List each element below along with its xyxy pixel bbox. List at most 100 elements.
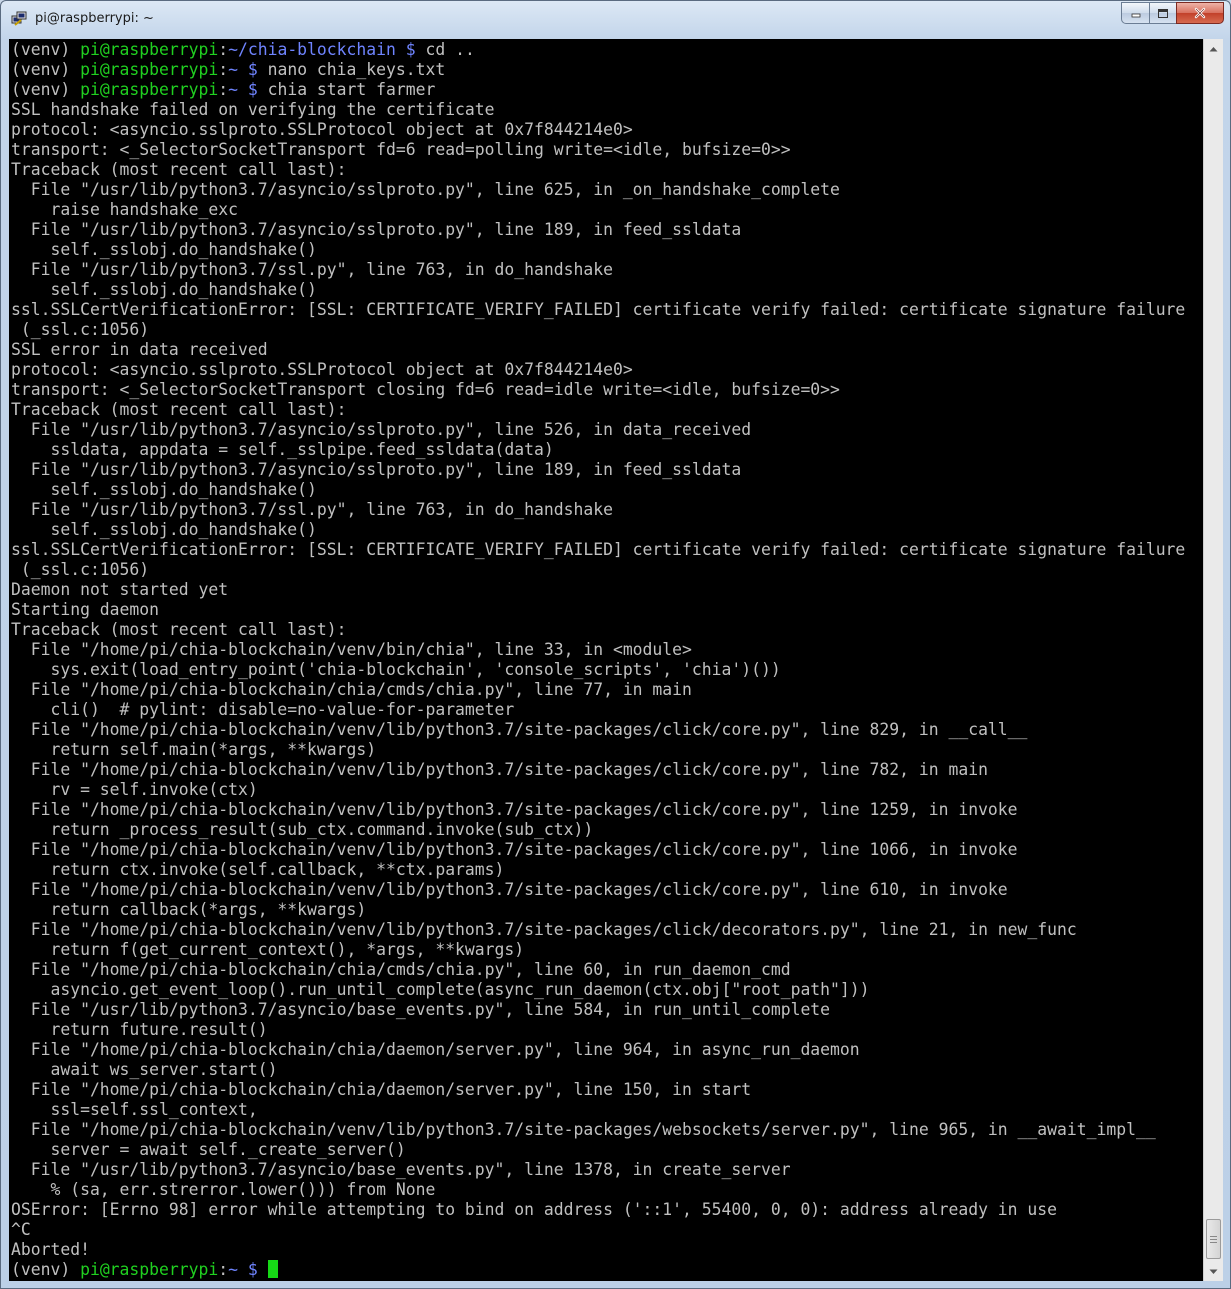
terminal-line: ssl.SSLCertVerificationError: [SSL: CERT… <box>11 540 1185 560</box>
terminal-text: cli() # pylint: disable=no-value-for-par… <box>11 700 515 719</box>
prompt-host: pi@raspberrypi <box>80 60 219 79</box>
terminal-text: return _process_result(sub_ctx.command.i… <box>11 820 594 839</box>
terminal-line: (venv) pi@raspberrypi:~/chia-blockchain … <box>11 40 1185 60</box>
terminal-line: ssl=self.ssl_context, <box>11 1100 1185 1120</box>
vertical-scrollbar[interactable] <box>1203 39 1223 1281</box>
terminal-line: asyncio.get_event_loop().run_until_compl… <box>11 980 1185 1000</box>
prompt-path: ~ $ <box>228 1260 258 1279</box>
terminal-text: File "/home/pi/chia-blockchain/venv/lib/… <box>11 840 1018 859</box>
terminal-line: File "/usr/lib/python3.7/asyncio/sslprot… <box>11 460 1185 480</box>
window-title: pi@raspberrypi: ~ <box>35 11 154 26</box>
terminal-line: File "/home/pi/chia-blockchain/chia/daem… <box>11 1080 1185 1100</box>
title-bar[interactable]: pi@raspberrypi: ~ <box>1 1 1230 39</box>
terminal-text: File "/home/pi/chia-blockchain/venv/lib/… <box>11 880 1008 899</box>
terminal-line: (_ssl.c:1056) <box>11 320 1185 340</box>
terminal-text: return self.main(*args, **kwargs) <box>11 740 377 759</box>
terminal-text: Aborted! <box>11 1240 90 1259</box>
terminal-line: return f(get_current_context(), *args, *… <box>11 940 1185 960</box>
terminal-line: sys.exit(load_entry_point('chia-blockcha… <box>11 660 1185 680</box>
terminal-text: return f(get_current_context(), *args, *… <box>11 940 525 959</box>
maximize-button[interactable] <box>1149 2 1176 24</box>
terminal-text: File "/home/pi/chia-blockchain/venv/lib/… <box>11 720 1028 739</box>
terminal-line: File "/usr/lib/python3.7/asyncio/base_ev… <box>11 1160 1185 1180</box>
terminal-text: self._sslobj.do_handshake() <box>11 520 317 539</box>
terminal-text: nano chia_keys.txt <box>257 60 446 79</box>
terminal-line: protocol: <asyncio.sslproto.SSLProtocol … <box>11 120 1185 140</box>
terminal-text: self._sslobj.do_handshake() <box>11 480 317 499</box>
terminal-line: OSError: [Errno 98] error while attempti… <box>11 1200 1185 1220</box>
terminal-line: File "/usr/lib/python3.7/asyncio/sslprot… <box>11 220 1185 240</box>
terminal-line: File "/home/pi/chia-blockchain/venv/lib/… <box>11 1120 1185 1140</box>
terminal-line: File "/home/pi/chia-blockchain/chia/cmds… <box>11 680 1185 700</box>
terminal-text: ssl.SSLCertVerificationError: [SSL: CERT… <box>11 300 1186 319</box>
terminal-text: cd .. <box>415 40 475 59</box>
terminal-text: File "/home/pi/chia-blockchain/venv/lib/… <box>11 800 1018 819</box>
putty-window: pi@raspberrypi: ~ (venv) pi@raspberrypi:… <box>0 0 1231 1289</box>
terminal-line: File "/home/pi/chia-blockchain/chia/daem… <box>11 1040 1185 1060</box>
terminal-text: SSL error in data received <box>11 340 268 359</box>
terminal-text: File "/home/pi/chia-blockchain/venv/lib/… <box>11 920 1077 939</box>
terminal-line: return self.main(*args, **kwargs) <box>11 740 1185 760</box>
terminal-text: (_ssl.c:1056) <box>11 320 150 339</box>
terminal-text: ssl=self.ssl_context, <box>11 1100 258 1119</box>
terminal-line: File "/home/pi/chia-blockchain/chia/cmds… <box>11 960 1185 980</box>
prompt-path: ~ $ <box>228 80 258 99</box>
prompt-venv: (venv) <box>11 80 81 99</box>
terminal-text: transport: <_SelectorSocketTransport clo… <box>11 380 840 399</box>
terminal-line: Traceback (most recent call last): <box>11 160 1185 180</box>
terminal-line: File "/usr/lib/python3.7/ssl.py", line 7… <box>11 260 1185 280</box>
terminal-line: File "/home/pi/chia-blockchain/venv/lib/… <box>11 760 1185 780</box>
terminal-line: return callback(*args, **kwargs) <box>11 900 1185 920</box>
terminal-line: self._sslobj.do_handshake() <box>11 280 1185 300</box>
terminal-text: asyncio.get_event_loop().run_until_compl… <box>11 980 870 999</box>
terminal-line: ssl.SSLCertVerificationError: [SSL: CERT… <box>11 300 1185 320</box>
terminal-text: return callback(*args, **kwargs) <box>11 900 367 919</box>
terminal-line: rv = self.invoke(ctx) <box>11 780 1185 800</box>
terminal-line: transport: <_SelectorSocketTransport clo… <box>11 380 1185 400</box>
terminal-text: Daemon not started yet <box>11 580 229 599</box>
terminal-line: return ctx.invoke(self.callback, **ctx.p… <box>11 860 1185 880</box>
terminal-text: OSError: [Errno 98] error while attempti… <box>11 1200 1058 1219</box>
terminal-output[interactable]: (venv) pi@raspberrypi:~/chia-blockchain … <box>9 39 1203 1281</box>
arrow-up-icon <box>1209 46 1218 51</box>
terminal-text: File "/home/pi/chia-blockchain/chia/daem… <box>11 1080 752 1099</box>
terminal-line: File "/usr/lib/python3.7/ssl.py", line 7… <box>11 500 1185 520</box>
prompt-host: pi@raspberrypi <box>80 40 219 59</box>
scroll-down-button[interactable] <box>1205 1263 1222 1280</box>
terminal-text: ^C <box>11 1220 31 1239</box>
terminal-line: % (sa, err.strerror.lower())) from None <box>11 1180 1185 1200</box>
terminal-line: File "/home/pi/chia-blockchain/venv/lib/… <box>11 880 1185 900</box>
terminal-line: Daemon not started yet <box>11 580 1185 600</box>
terminal-text: return ctx.invoke(self.callback, **ctx.p… <box>11 860 505 879</box>
terminal-text: rv = self.invoke(ctx) <box>11 780 258 799</box>
terminal-line: File "/home/pi/chia-blockchain/venv/lib/… <box>11 720 1185 740</box>
terminal-text: ssl.SSLCertVerificationError: [SSL: CERT… <box>11 540 1186 559</box>
terminal-text: File "/usr/lib/python3.7/asyncio/sslprot… <box>11 420 752 439</box>
close-button[interactable] <box>1176 2 1224 24</box>
terminal-text: self._sslobj.do_handshake() <box>11 280 317 299</box>
terminal-line: Traceback (most recent call last): <box>11 400 1185 420</box>
terminal-text: File "/home/pi/chia-blockchain/venv/lib/… <box>11 1120 1156 1139</box>
terminal-line: File "/home/pi/chia-blockchain/venv/lib/… <box>11 840 1185 860</box>
scroll-up-button[interactable] <box>1205 40 1222 57</box>
terminal-line: (venv) pi@raspberrypi:~ $ chia start far… <box>11 80 1185 100</box>
prompt-host: pi@raspberrypi <box>80 1260 219 1279</box>
minimize-icon <box>1131 13 1140 18</box>
terminal-text: File "/usr/lib/python3.7/ssl.py", line 7… <box>11 260 613 279</box>
terminal-line: File "/usr/lib/python3.7/asyncio/sslprot… <box>11 180 1185 200</box>
terminal-line: File "/home/pi/chia-blockchain/venv/bin/… <box>11 640 1185 660</box>
putty-icon[interactable] <box>11 11 27 27</box>
close-icon <box>1194 7 1206 19</box>
terminal-line: SSL error in data received <box>11 340 1185 360</box>
minimize-button[interactable] <box>1121 2 1149 24</box>
scroll-thumb[interactable] <box>1206 1219 1221 1259</box>
terminal-text: : <box>218 80 229 99</box>
terminal-line: return future.result() <box>11 1020 1185 1040</box>
terminal-line: self._sslobj.do_handshake() <box>11 480 1185 500</box>
terminal-line: protocol: <asyncio.sslproto.SSLProtocol … <box>11 360 1185 380</box>
terminal-text: File "/usr/lib/python3.7/asyncio/sslprot… <box>11 220 742 239</box>
terminal-line: await ws_server.start() <box>11 1060 1185 1080</box>
terminal-text: File "/usr/lib/python3.7/ssl.py", line 7… <box>11 500 613 519</box>
terminal-text: ssldata, appdata = self._sslpipe.feed_ss… <box>11 440 554 459</box>
